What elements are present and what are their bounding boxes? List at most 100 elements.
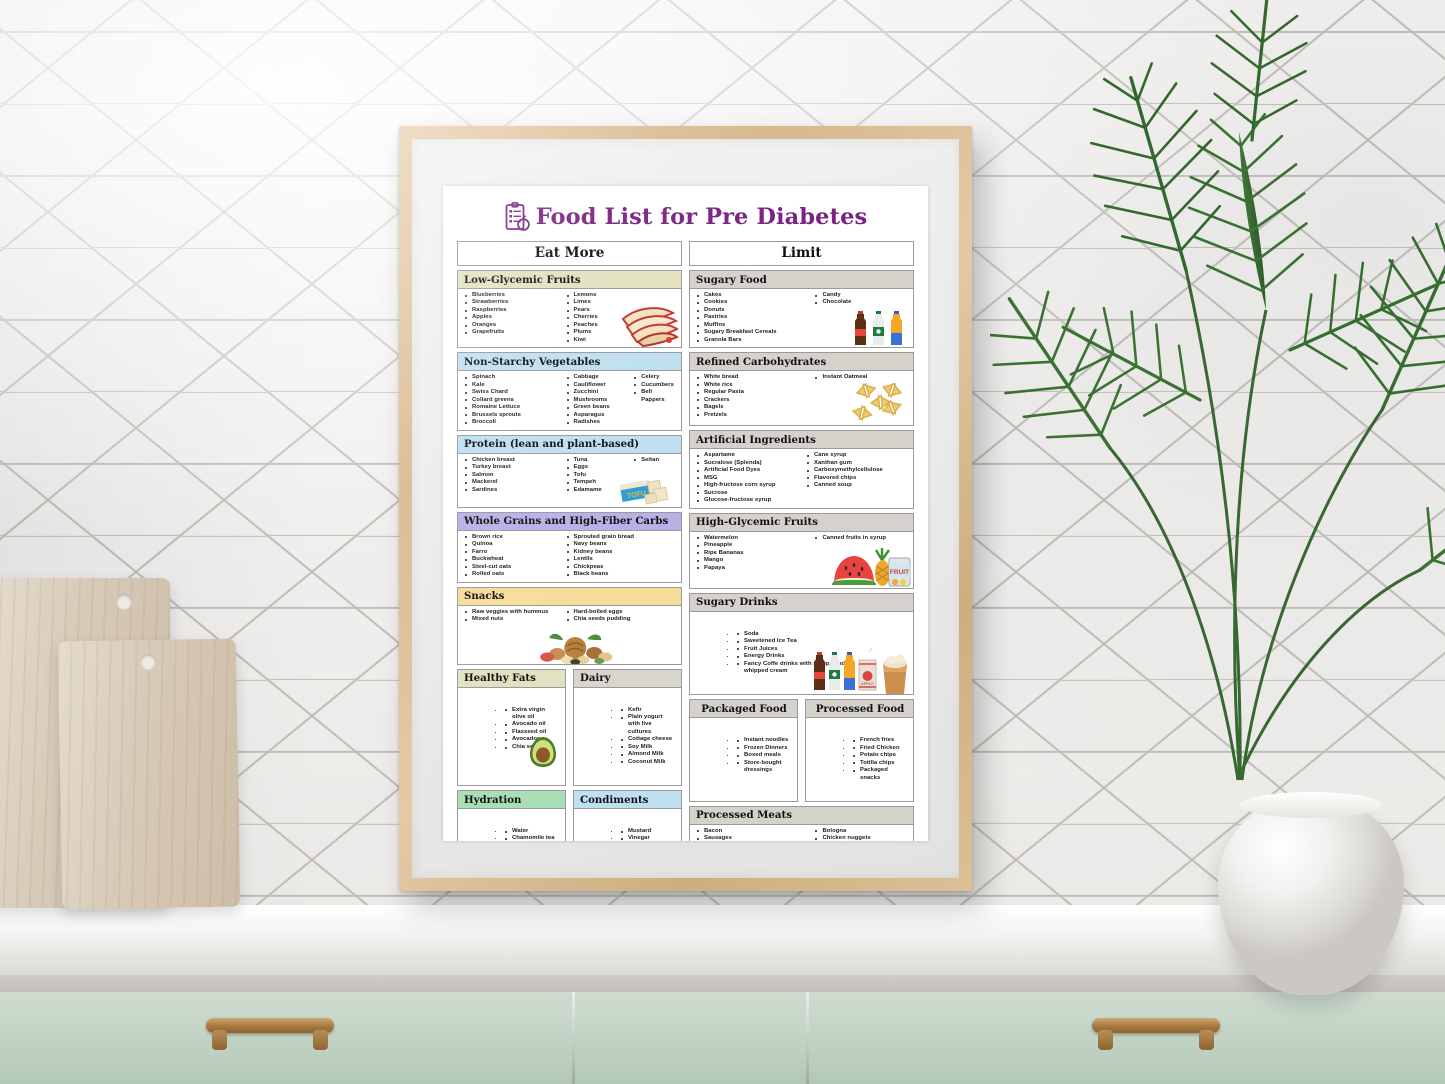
card-title: Packaged Food	[690, 700, 797, 719]
list-item: Instant Oatmeal	[814, 374, 908, 381]
list-item: Cane syrup	[806, 452, 908, 459]
column-limit: Limit Sugary Food Cakes Cookies Donuts P…	[689, 241, 914, 841]
card-processed-meats: Processed Meats Bacon Sausages Hot dogs …	[689, 805, 914, 841]
list-item: Fruit Juices	[736, 646, 846, 653]
column-heading-eat-more: Eat More	[457, 241, 682, 266]
list-item: Avocado oil	[504, 721, 560, 728]
card-packaged-food: Packaged Food Instant noodles Frozen Din…	[689, 699, 798, 802]
list-item: Candy	[814, 292, 908, 299]
list-item: Cottage cheese	[620, 736, 676, 743]
item-list: Hard-boiled eggs Chia seeds pudding	[566, 609, 676, 624]
list-item: Farro	[464, 549, 562, 556]
card-low-glycemic-fruits: Low-Glycemic Fruits Blueberries Strawber…	[457, 270, 682, 349]
item-list: Canned fruits in syrup	[814, 535, 908, 572]
list-item: Soy Milk	[620, 744, 676, 751]
list-item: Lemons	[566, 292, 630, 299]
mixed-nuts-art	[537, 630, 615, 664]
list-item: Turkey breast	[464, 464, 562, 471]
list-item: Extra virgin olive oil	[504, 707, 560, 722]
list-item: Canned soup	[806, 482, 908, 489]
list-item: Kefir	[620, 707, 676, 714]
item-list: Seitan	[633, 457, 676, 494]
list-item: Raw veggies with hummus	[464, 609, 562, 616]
card-title: Non-Starchy Vegetables	[458, 353, 681, 372]
item-list: Aspartame Sucralose (Splenda) Artificial…	[696, 452, 802, 504]
list-item: Boxed meals	[736, 752, 792, 759]
list-item: Sucralose (Splenda)	[696, 460, 802, 467]
list-item: Artificial Food Dyes	[696, 467, 802, 474]
list-item: Mango	[696, 557, 810, 564]
list-item: Brussels sprouts	[464, 412, 562, 419]
card-condiments: Condiments Mustard Vinegar Salsa Hot sau…	[573, 790, 682, 841]
card-sugary-food: Sugary Food Cakes Cookies Donuts Pastrie…	[689, 270, 914, 349]
list-item: Tofu	[566, 472, 630, 479]
list-item: Mushrooms	[566, 397, 630, 404]
list-item: Limes	[566, 299, 630, 306]
list-item: Seitan	[633, 457, 676, 464]
list-item: Ripe Bananas	[696, 550, 810, 557]
card-dairy: Dairy Kefir Plain yogurt with live cultu…	[573, 668, 682, 786]
list-item: Granola Bars	[696, 337, 810, 344]
list-item: Celery	[633, 374, 676, 381]
list-item: Oranges	[464, 322, 562, 329]
frame-mat: Food List for Pre Diabetes Eat More Low-…	[412, 139, 959, 878]
list-item: Radishes	[566, 419, 630, 426]
card-title: Protein (lean and plant-based)	[458, 435, 681, 454]
list-item: Fried Chicken	[852, 745, 908, 752]
svg-text:APPLE: APPLE	[861, 681, 874, 686]
list-item: Cherries	[566, 314, 630, 321]
list-item: Mixed nuts	[464, 616, 562, 623]
list-item: Raspberries	[464, 307, 562, 314]
list-item: Swiss Chard	[464, 389, 562, 396]
item-list: Watermelon Pineapple Ripe Bananas Mango …	[696, 535, 810, 572]
list-item: MSG	[696, 475, 802, 482]
list-item: Buckwheat	[464, 556, 562, 563]
list-item: Navy beans	[566, 541, 676, 548]
list-item: Tempeh	[566, 479, 630, 486]
list-item: Bell Pappers	[633, 389, 676, 404]
list-item: Collard greens	[464, 397, 562, 404]
card-title: Snacks	[458, 587, 681, 606]
list-item: Pears	[566, 307, 630, 314]
list-item: Bacon	[696, 828, 810, 835]
list-item: High-fructose corn syrup	[696, 482, 802, 489]
list-item: Vinegar	[620, 835, 676, 841]
item-list: Sprouted grain bread Navy beans Kidney b…	[566, 534, 676, 579]
list-item: Canned fruits in syrup	[814, 535, 908, 542]
card-non-starchy-vegetables: Non-Starchy Vegetables Spinach Kale Swis…	[457, 352, 682, 431]
card-healthy-fats: Healthy Fats Extra virgin olive oil Avoc…	[457, 668, 566, 786]
list-item: Kale	[464, 382, 562, 389]
cabinet-handle-right[interactable]	[1092, 1018, 1220, 1050]
list-item: Carboxymethylcellulose	[806, 467, 908, 474]
item-list: Mustard Vinegar Salsa Hot sauce Homemade…	[580, 828, 676, 841]
cabinet-handle-left[interactable]	[206, 1018, 334, 1050]
list-item: Cabbage	[566, 374, 630, 381]
list-item: Broccoli	[464, 419, 562, 426]
item-list: Spinach Kale Swiss Chard Collard greens …	[464, 374, 562, 426]
list-item: Zucchini	[566, 389, 630, 396]
list-item: Pineapple	[696, 542, 810, 549]
list-item: Energy Drinks	[736, 653, 846, 660]
list-item: Chicken nuggets	[814, 835, 908, 841]
item-list: Kefir Plain yogurt with live cultures Co…	[580, 707, 676, 766]
kitchen-scene: Food List for Pre Diabetes Eat More Low-…	[0, 0, 1445, 1084]
card-refined-carbohydrates: Refined Carbohydrates White bread White …	[689, 352, 914, 427]
list-item: Tuna	[566, 457, 630, 464]
palm-plant	[990, 0, 1445, 810]
item-list: French fries Fried Chicken Potato chips …	[812, 737, 908, 782]
list-item: Kidney beans	[566, 549, 676, 556]
list-item: Green beans	[566, 404, 630, 411]
list-item: Flavored chips	[806, 475, 908, 482]
list-item: Quinoa	[464, 541, 562, 548]
list-item: Sucrose	[696, 490, 802, 497]
list-item: Eggs	[566, 464, 630, 471]
list-item: Cakes	[696, 292, 810, 299]
item-list: Celery Cucumbers Bell Pappers	[633, 374, 676, 426]
column-eat-more: Eat More Low-Glycemic Fruits Blueberries…	[457, 241, 682, 841]
list-item: Frozen Dinners	[736, 745, 792, 752]
list-item: Mustard	[620, 828, 676, 835]
card-processed-food: Processed Food French fries Fried Chicke…	[805, 699, 914, 802]
item-list: Cane syrup Xanthan gum Carboxymethylcell…	[806, 452, 908, 504]
item-list: Lemons Limes Pears Cherries Peaches Plum…	[566, 292, 630, 344]
card-title: Dairy	[574, 669, 681, 688]
